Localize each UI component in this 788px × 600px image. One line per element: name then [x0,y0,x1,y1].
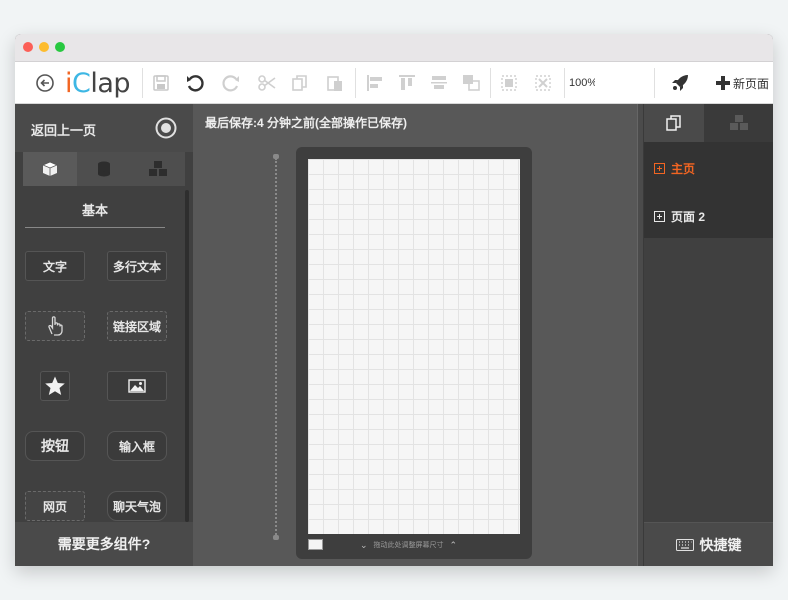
panel-divider[interactable] [637,104,644,566]
component-tabs [23,152,185,186]
cut-icon[interactable] [255,62,279,104]
more-components-button[interactable]: 需要更多组件? [15,522,193,566]
tab-advanced[interactable] [131,152,185,186]
maximize-window-button[interactable] [55,42,65,52]
page-item-page-2[interactable]: 页面 2 [654,208,705,225]
close-window-button[interactable] [23,42,33,52]
screen-resize-handle[interactable]: ⌄ 拖动此处调整屏幕尺寸 ⌃ [360,539,457,551]
tab-components-tree[interactable] [704,104,773,142]
design-canvas[interactable] [308,159,520,534]
save-status: 最后保存:4 分钟之前(全部操作已保存) [205,116,407,130]
expand-plus-icon [654,211,665,222]
minimize-window-button[interactable] [39,42,49,52]
component-button[interactable]: 按钮 [25,431,85,461]
pages-icon [666,115,681,131]
right-panel-tabs [644,104,773,142]
title-bar [15,34,773,62]
component-hotspot[interactable] [25,311,85,341]
tab-data[interactable] [77,152,131,186]
app-window: iClap 100% 新页面 返回上一页 基本 文字 多行文本 链接区域 按钮 … [15,34,773,566]
chevron-up-icon: ⌃ [449,539,458,550]
component-panel: 返回上一页 基本 文字 多行文本 链接区域 按钮 输入框 网页 聊天气泡 需要更… [15,104,193,566]
component-multiline-text[interactable]: 多行文本 [107,251,167,281]
undo-icon[interactable] [183,62,207,104]
component-image[interactable] [107,371,167,401]
component-text[interactable]: 文字 [25,251,85,281]
toolbar: iClap 100% 新页面 [15,62,773,104]
align-center-icon[interactable] [427,62,451,104]
page-item-home[interactable]: 主页 [654,160,695,177]
group-icon[interactable] [497,62,521,104]
copy-icon[interactable] [288,62,312,104]
database-icon [98,161,110,177]
chevron-down-icon: ⌄ [360,539,368,550]
ungroup-icon[interactable] [531,62,555,104]
back-circle-icon[interactable] [33,62,57,104]
layer-order-icon[interactable] [459,62,483,104]
save-icon[interactable] [149,62,173,104]
pages-panel: 主页 页面 2 快捷键 [644,104,773,566]
plus-icon [716,76,730,90]
star-icon [45,376,65,395]
redo-icon[interactable] [219,62,243,104]
background-color-swatch[interactable] [308,539,323,550]
align-top-icon[interactable] [395,62,419,104]
shortcuts-button[interactable]: 快捷键 [644,522,773,566]
tab-pages[interactable] [644,104,704,142]
component-star[interactable] [40,371,70,401]
target-icon[interactable] [155,117,177,144]
cubes-icon [729,115,748,130]
expand-plus-icon [654,163,665,174]
cube-icon [41,161,59,176]
new-page-button[interactable]: 新页面 [715,62,773,104]
section-title: 基本 [25,200,165,228]
component-scrollbar[interactable] [185,190,189,522]
page-list: 主页 页面 2 [644,142,773,238]
image-icon [128,379,146,393]
component-link-area[interactable]: 链接区域 [107,311,167,341]
pointer-hand-icon [48,316,63,336]
height-slider[interactable] [273,154,279,544]
component-input-box[interactable]: 输入框 [107,431,167,461]
keyboard-icon [675,538,694,551]
component-chat-bubble[interactable]: 聊天气泡 [107,491,167,521]
tab-basic[interactable] [23,152,77,186]
device-frame: ⌄ 拖动此处调整屏幕尺寸 ⌃ [296,147,532,559]
left-panel-header: 返回上一页 [15,104,193,152]
component-webpage[interactable]: 网页 [25,491,85,521]
align-left-icon[interactable] [363,62,387,104]
publish-rocket-icon[interactable] [667,62,693,104]
zoom-input[interactable]: 100% [569,62,595,104]
cubes-icon [149,161,167,176]
app-logo: iClap [65,68,131,99]
back-link[interactable]: 返回上一页 [31,120,96,139]
paste-icon[interactable] [323,62,347,104]
